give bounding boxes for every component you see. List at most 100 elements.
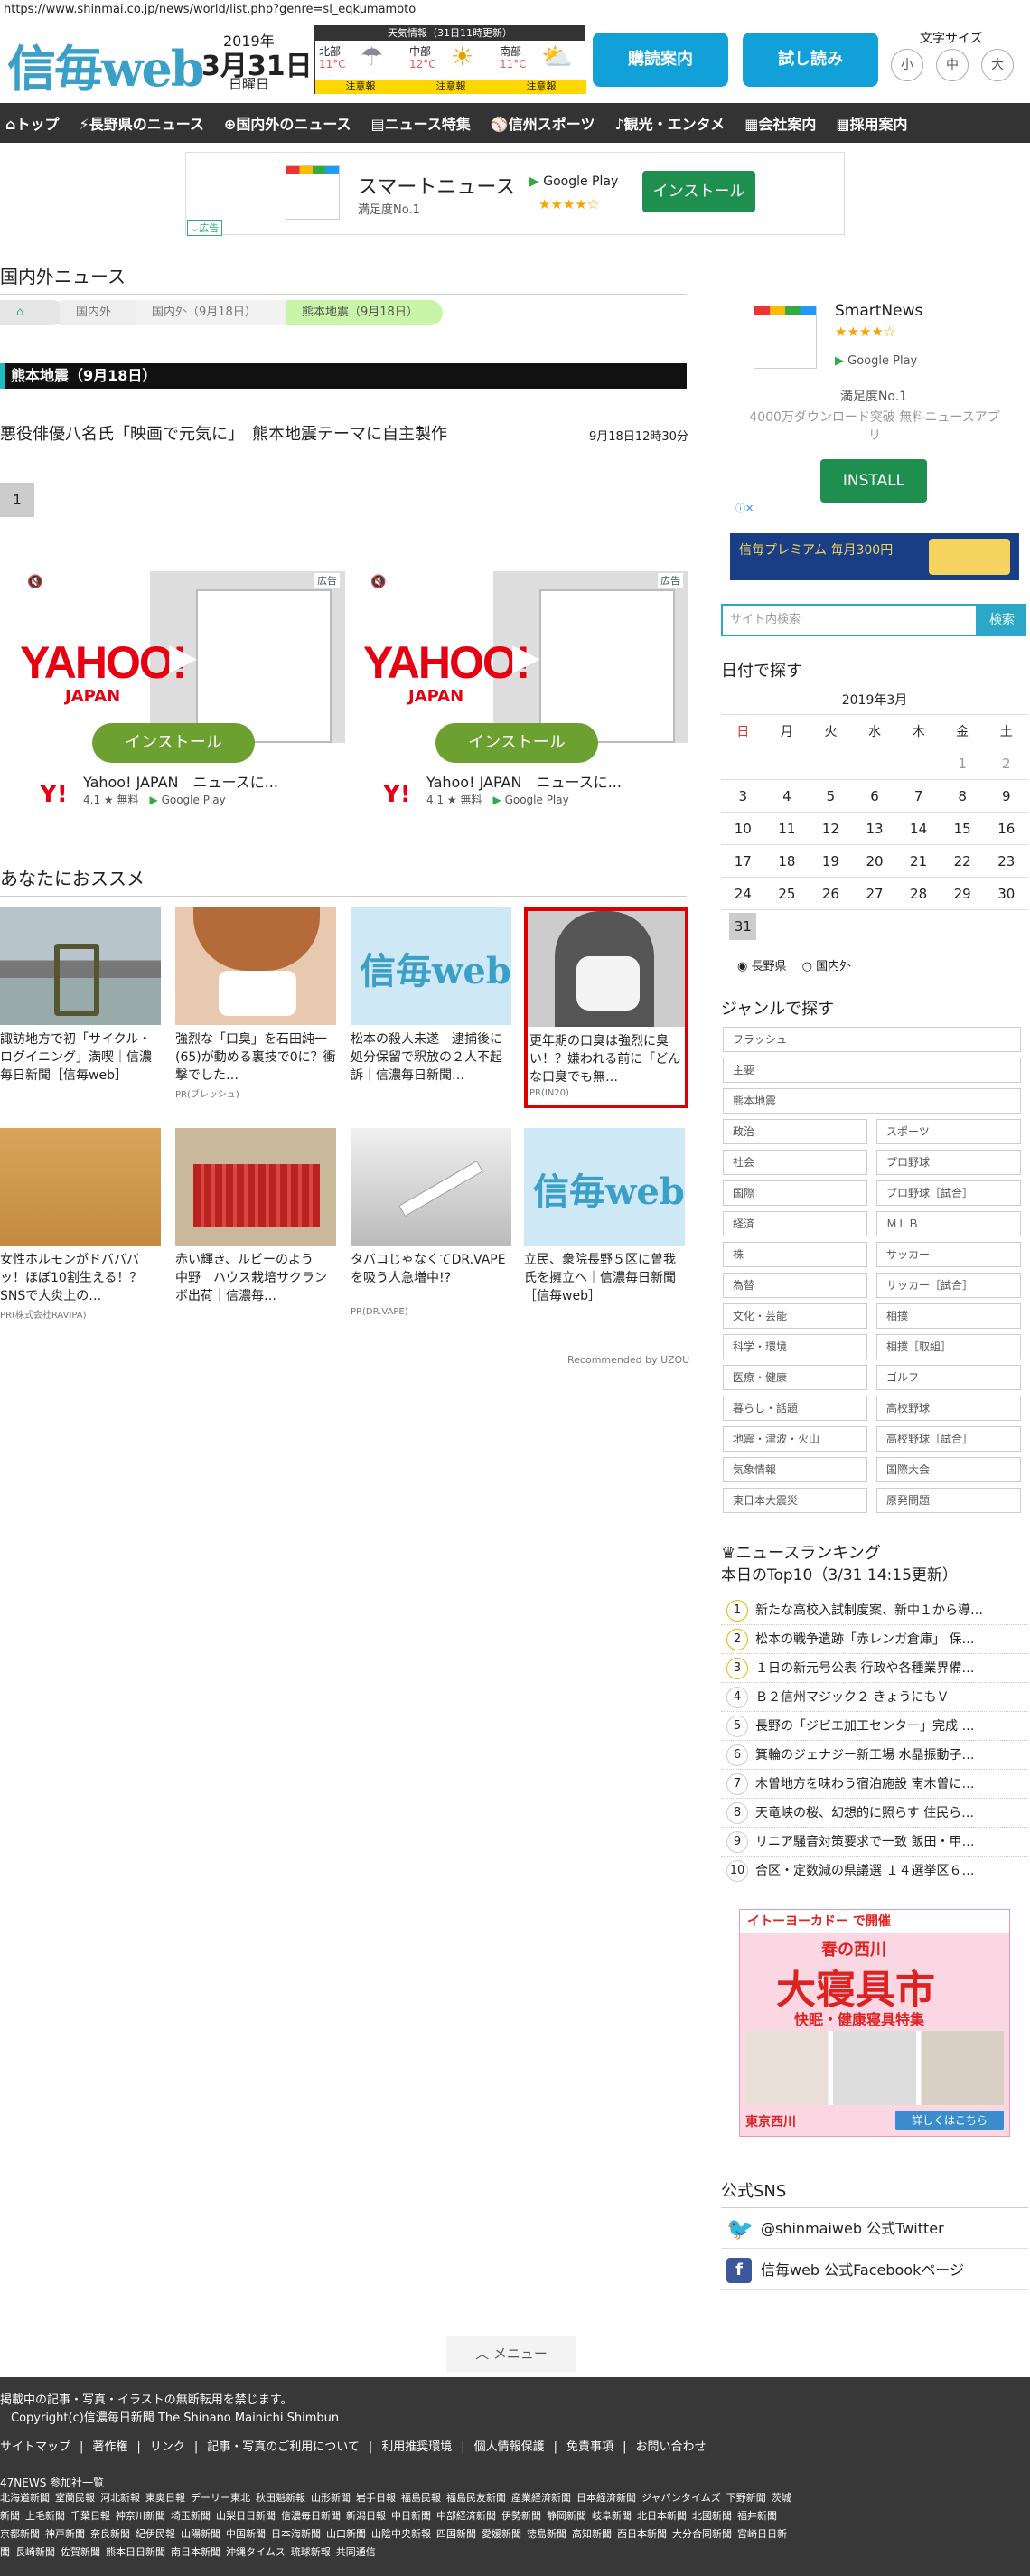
genre-item[interactable]: 高校野球	[876, 1396, 1021, 1421]
calendar-day[interactable]: 27	[853, 886, 897, 902]
ranking-item[interactable]: 8 天竜峡の桜、幻想的に照らす 住民ら…	[721, 1799, 1028, 1828]
newspaper-link[interactable]: 秋田魁新報	[256, 2492, 305, 2504]
calendar-day[interactable]: 4	[765, 788, 810, 804]
nav-sports[interactable]: ⚾信州スポーツ	[491, 112, 595, 134]
facebook-link[interactable]: f 信毎web 公式Facebookページ	[721, 2251, 1028, 2290]
newspaper-link[interactable]: ジャパンタイムズ	[641, 2492, 721, 2504]
newspaper-link[interactable]: 北海道新聞	[0, 2492, 50, 2504]
newspaper-link[interactable]: 埼玉新聞	[171, 2510, 211, 2522]
footer-link[interactable]: サイトマップ	[0, 2440, 70, 2454]
genre-item[interactable]: 経済	[723, 1211, 867, 1236]
ad-choices-icon[interactable]: ⓘ✕	[735, 501, 754, 515]
newspaper-link[interactable]: 西日本新聞	[617, 2528, 667, 2540]
breadcrumb-world-date[interactable]: 国内外（9月18日）	[136, 300, 298, 325]
footer-link[interactable]: 記事・写真のご利用について	[207, 2440, 360, 2454]
ranking-item[interactable]: 6 箕輪のジェナジー新工場 水晶振動子…	[721, 1741, 1028, 1770]
premium-banner[interactable]: 信毎プレミアム 毎月300円	[730, 533, 1019, 580]
smartnews-install-button[interactable]: INSTALL	[820, 459, 927, 503]
reco-card[interactable]: 信毎web 立民、衆院長野５区に曽我氏を擁立へ｜信濃毎日新聞［信毎web］	[524, 1128, 685, 1305]
ranking-item[interactable]: 7 木曽地方を味わう宿泊施設 南木曽に…	[721, 1770, 1028, 1799]
calendar-day[interactable]: 11	[765, 821, 810, 837]
recommended-by[interactable]: Recommended by UZOU	[567, 1354, 689, 1366]
calendar-day[interactable]: 16	[984, 821, 1028, 837]
nav-tourism[interactable]: ♪観光・エンタメ	[614, 112, 725, 134]
calendar-day[interactable]: 31	[721, 912, 765, 940]
newspaper-link[interactable]: 伊勢新聞	[501, 2510, 541, 2522]
ad-install-button[interactable]: インストール	[642, 171, 755, 212]
newspaper-link[interactable]: 岩手日報	[356, 2492, 396, 2504]
reco-card-highlighted[interactable]: 更年期の口臭は強烈に臭い！？嫌われる前に「どんな口臭でも無… PR(IN20)	[524, 907, 688, 1108]
footer-link[interactable]: 利用推奨環境	[381, 2440, 452, 2454]
ranking-item[interactable]: 5 長野の「ジビエ加工センター」完成 …	[721, 1712, 1028, 1741]
reco-card[interactable]: 強烈な「口臭」を石田純一(65)が動める裏技で0に？衝撃でした… PR(ブレッシ…	[175, 907, 336, 1100]
calendar-day[interactable]: 13	[853, 821, 897, 837]
newspaper-link[interactable]: 福島民報	[401, 2492, 441, 2504]
genre-item[interactable]: 国際	[723, 1180, 867, 1206]
ranking-item[interactable]: 4 Ｂ２信州マジック２ きょうにもＶ	[721, 1683, 1028, 1712]
genre-item[interactable]: プロ野球	[876, 1150, 1021, 1175]
genre-item[interactable]: 医療・健康	[723, 1365, 867, 1390]
newspaper-link[interactable]: 宮崎日日新	[737, 2528, 787, 2540]
video-ad-name[interactable]: Yahoo! JAPAN ニュースに...	[83, 770, 278, 792]
font-large-button[interactable]: 大	[981, 49, 1014, 81]
newspaper-link[interactable]: 長崎新聞	[15, 2546, 55, 2558]
newspaper-link[interactable]: 日本経済新聞	[576, 2492, 636, 2504]
radio-nagano[interactable]: ◉ 長野県	[737, 960, 787, 973]
font-small-button[interactable]: 小	[891, 49, 923, 81]
calendar-day[interactable]: 25	[765, 886, 810, 902]
pagination-page-1[interactable]: 1	[0, 483, 34, 517]
newspaper-link[interactable]: 神奈川新聞	[116, 2510, 165, 2522]
genre-item[interactable]: ＭＬＢ	[876, 1211, 1021, 1236]
newspaper-link[interactable]: 岐阜新聞	[592, 2510, 632, 2522]
newspaper-link[interactable]: 高知新聞	[572, 2528, 612, 2540]
genre-item[interactable]: 相撲［取組］	[876, 1334, 1021, 1359]
newspaper-link[interactable]: 沖縄タイムス	[226, 2546, 286, 2558]
newspaper-link[interactable]: 中日新聞	[391, 2510, 431, 2522]
genre-item[interactable]: 政治	[723, 1119, 867, 1144]
genre-item[interactable]: 原発問題	[876, 1488, 1021, 1513]
reco-card[interactable]: 信毎web 松本の殺人未遂 逮捕後に処分保留で釈放の２人不起訴｜信濃毎日新聞…	[351, 907, 511, 1085]
calendar-day[interactable]: 14	[896, 821, 941, 837]
calendar-day[interactable]: 17	[721, 853, 765, 870]
genre-item[interactable]: サッカー［試合］	[876, 1273, 1021, 1298]
genre-item[interactable]: ゴルフ	[876, 1365, 1021, 1390]
radio-world[interactable]: ○ 国内外	[802, 960, 852, 973]
genre-item[interactable]: 熊本地震	[723, 1088, 1021, 1114]
video-ad[interactable]: YAHOO! JAPAN ▶ 広告 🔇	[363, 571, 688, 743]
calendar-day[interactable]: 19	[809, 853, 853, 870]
newspaper-link[interactable]: 徳島新聞	[527, 2528, 566, 2540]
calendar-day[interactable]: 8	[941, 788, 985, 804]
genre-item[interactable]: プロ野球［試合］	[876, 1180, 1021, 1206]
newspaper-link[interactable]: 新潟日報	[346, 2510, 386, 2522]
newspaper-link[interactable]: 熊本日日新聞	[106, 2546, 165, 2558]
calendar-day[interactable]: 26	[809, 886, 853, 902]
footer-link[interactable]: 免責事項	[566, 2440, 613, 2454]
newspaper-link[interactable]: 静岡新聞	[547, 2510, 586, 2522]
newspaper-link[interactable]: 大分合同新聞	[672, 2528, 732, 2540]
calendar-day[interactable]: 28	[896, 886, 941, 902]
calendar-day[interactable]: 12	[809, 821, 853, 837]
smartnews-title[interactable]: SmartNews	[835, 302, 922, 320]
newspaper-link[interactable]: 千葉日報	[70, 2510, 110, 2522]
newspaper-link[interactable]: 下野新聞	[726, 2492, 766, 2504]
genre-item[interactable]: 株	[723, 1242, 867, 1267]
nav-world[interactable]: ⊕国内外のニュース	[224, 112, 351, 134]
newspaper-link[interactable]: 上毛新聞	[25, 2510, 65, 2522]
calendar-day[interactable]: 5	[809, 788, 853, 804]
ranking-item[interactable]: 2 松本の戦争遺跡「赤レンガ倉庫」 保…	[721, 1625, 1028, 1654]
mute-icon[interactable]: 🔇	[370, 575, 386, 589]
calendar-day[interactable]: 15	[941, 821, 985, 837]
genre-item[interactable]: 相撲	[876, 1303, 1021, 1329]
ranking-item[interactable]: 1 新たな高校入試制度案、新中１から導…	[721, 1596, 1028, 1625]
nav-company[interactable]: ▦会社案内	[744, 112, 816, 134]
newspaper-link[interactable]: 紀伊民報	[136, 2528, 175, 2540]
newspaper-link[interactable]: 福井新聞	[737, 2510, 777, 2522]
newspaper-link[interactable]: 中国新聞	[226, 2528, 266, 2540]
newspaper-link[interactable]: 北國新聞	[692, 2510, 732, 2522]
calendar-day[interactable]: 3	[721, 788, 765, 804]
site-search-input[interactable]: サイト内検索	[721, 604, 978, 636]
genre-item[interactable]: 地震・津波・火山	[723, 1426, 867, 1452]
nav-recruit[interactable]: ▦採用案内	[836, 112, 907, 134]
ad-more-button[interactable]: 詳しくはこちら	[895, 2111, 1004, 2130]
calendar-day[interactable]: 10	[721, 821, 765, 837]
